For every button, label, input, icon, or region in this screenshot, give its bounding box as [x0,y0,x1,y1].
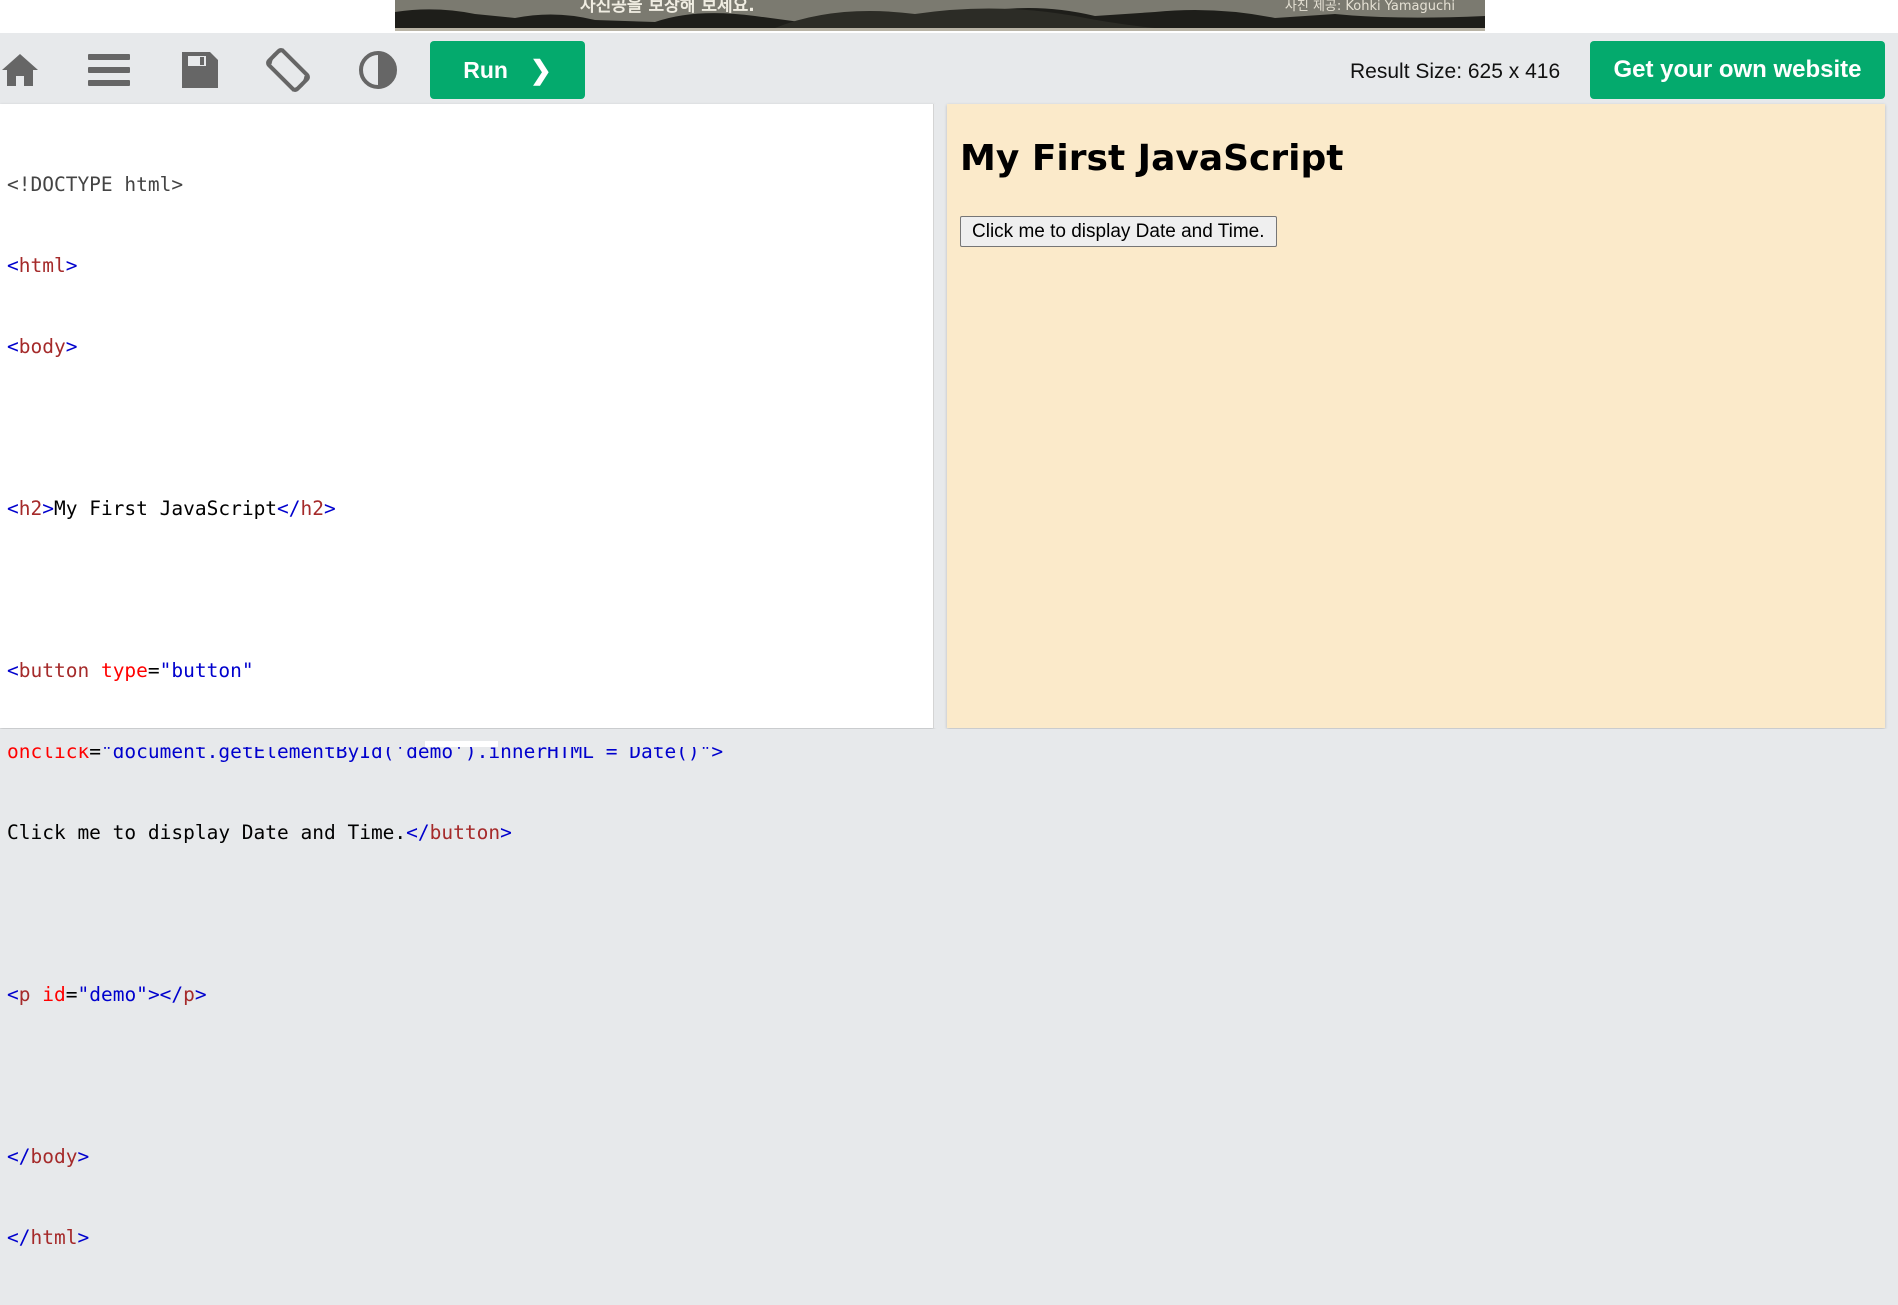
rotate-icon[interactable] [266,48,310,92]
code-line: <html> [7,254,78,277]
save-icon[interactable] [178,48,222,92]
code-line: </body> [7,1145,90,1168]
code-text[interactable]: <!DOCTYPE html> <html> <body> <h2>My Fir… [7,117,723,1305]
display-date-button[interactable]: Click me to display Date and Time. [960,216,1277,247]
ad-banner[interactable]: 사진공을 보장해 보세요. 사진 제공: Kohki Yamaguchi [395,0,1485,31]
menu-icon[interactable] [86,48,130,92]
code-line: <button type="button" [7,659,254,682]
result-size-label: Result Size: 625 x 416 [1350,60,1561,83]
chevron-right-icon: ❯ [529,54,552,85]
code-line: <p id="demo"></p> [7,983,207,1006]
result-heading: My First JavaScript [960,138,1344,179]
code-line: <!DOCTYPE html> [7,173,184,196]
run-button[interactable]: Run ❯ [430,41,585,99]
code-line: Click me to display Date and Time.</butt… [7,821,512,844]
home-icon[interactable] [0,48,44,92]
bottom-strip [0,729,1898,747]
code-line: </html> [7,1226,90,1249]
panel-divider[interactable] [934,104,946,728]
contrast-icon[interactable] [356,48,400,92]
bottom-tab[interactable] [425,741,498,747]
toolbar: Run ❯ Result Size: 625 x 416 Get your ow… [0,33,1898,104]
code-editor[interactable]: <!DOCTYPE html> <html> <body> <h2>My Fir… [0,104,934,1249]
banner-credit: 사진 제공: Kohki Yamaguchi [1284,0,1455,14]
run-button-label: Run [463,56,508,83]
banner-text: 사진공을 보장해 보세요. [580,0,755,16]
get-own-website-button[interactable]: Get your own website [1590,41,1885,99]
code-line: <body> [7,335,78,358]
result-panel: My First JavaScript Click me to display … [947,104,1885,728]
code-line: <h2>My First JavaScript</h2> [7,497,336,520]
